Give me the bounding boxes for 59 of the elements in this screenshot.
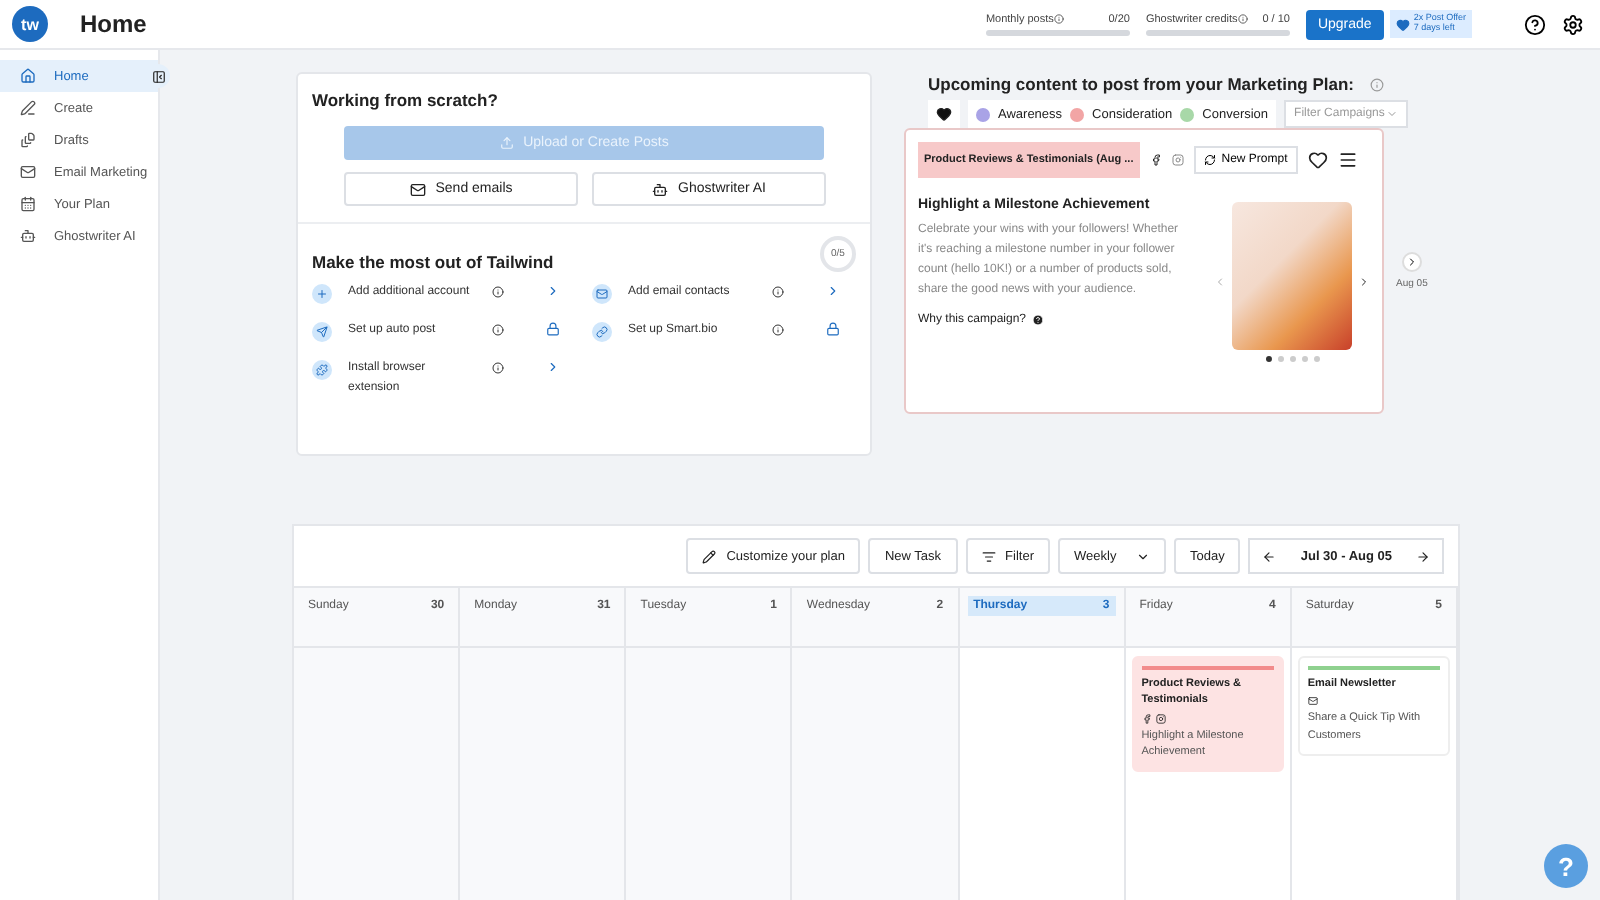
task-icon xyxy=(592,322,612,342)
section-title: Upcoming content to post from your Marketing Plan: xyxy=(928,74,1354,94)
upload-icon xyxy=(499,136,514,150)
chevron-down-icon xyxy=(1386,108,1398,120)
info-icon[interactable] xyxy=(1237,14,1248,24)
filter-icon xyxy=(981,549,996,563)
stack-icon xyxy=(20,132,36,148)
envelope-icon xyxy=(409,181,426,197)
info-icon[interactable] xyxy=(492,286,504,298)
info-icon[interactable] xyxy=(772,286,784,298)
heart-icon[interactable] xyxy=(1307,150,1328,170)
pen-icon xyxy=(20,100,36,116)
slide-dot[interactable] xyxy=(1277,356,1283,362)
instagram-icon xyxy=(1171,154,1184,166)
chevron-right-icon[interactable] xyxy=(1358,276,1370,288)
menu-icon[interactable] xyxy=(1337,150,1358,170)
facebook-icon xyxy=(1141,713,1152,723)
task-icon xyxy=(312,284,332,304)
next-button[interactable] xyxy=(1401,252,1422,272)
refresh-icon xyxy=(1203,154,1216,166)
heart-icon xyxy=(936,106,952,122)
info-icon[interactable] xyxy=(1053,14,1064,24)
info-icon[interactable] xyxy=(492,324,504,336)
instagram-icon xyxy=(1155,713,1166,723)
info-icon[interactable] xyxy=(772,324,784,336)
envelope-icon xyxy=(20,164,36,180)
task-icon xyxy=(312,322,332,342)
help-icon[interactable] xyxy=(1524,13,1546,35)
day-cell[interactable] xyxy=(959,648,1126,900)
heart-icon xyxy=(1395,17,1410,31)
envelope-icon xyxy=(1307,696,1318,707)
previous-week-icon[interactable] xyxy=(1262,549,1277,563)
task-icon xyxy=(312,360,332,380)
favorites-button[interactable] xyxy=(928,100,960,128)
section-title: Working from scratch? xyxy=(312,90,500,110)
section-title: Make the most out of Tailwind xyxy=(312,252,554,272)
task-icon xyxy=(592,284,612,304)
house-icon xyxy=(20,68,36,84)
slide-dot[interactable] xyxy=(1265,356,1271,362)
info-icon[interactable] xyxy=(1369,77,1384,91)
slide-dot[interactable] xyxy=(1301,356,1307,362)
chevron-down-icon xyxy=(1136,549,1150,563)
chevron-right-icon[interactable] xyxy=(546,360,560,374)
facebook-icon xyxy=(1149,154,1162,166)
chevron-right-icon xyxy=(1405,256,1418,268)
robot-icon xyxy=(652,181,669,197)
page-title: Home xyxy=(80,10,149,38)
slide-dot[interactable] xyxy=(1313,356,1319,362)
next-week-icon[interactable] xyxy=(1416,549,1430,563)
pencil-icon xyxy=(702,549,717,563)
settings-icon[interactable] xyxy=(1562,13,1584,35)
robot-icon xyxy=(20,228,36,244)
calendar-icon xyxy=(20,196,36,212)
slide-dot[interactable] xyxy=(1289,356,1295,362)
chevron-right-icon[interactable] xyxy=(546,284,560,298)
day-cell[interactable] xyxy=(792,648,960,900)
info-icon[interactable] xyxy=(492,362,504,374)
logo[interactable]: tw xyxy=(12,6,48,42)
chevron-right-icon[interactable] xyxy=(826,284,840,298)
